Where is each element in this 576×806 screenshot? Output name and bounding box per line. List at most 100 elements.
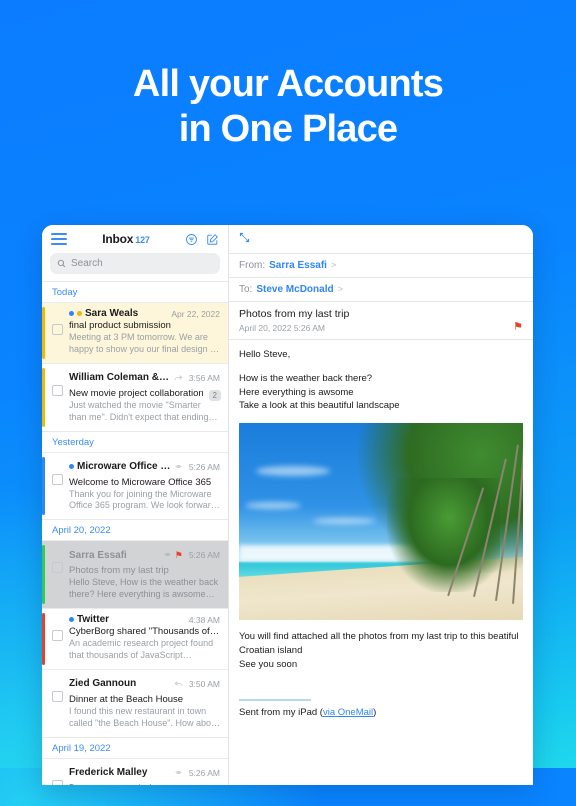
hero-line-2: in One Place: [178, 107, 398, 150]
unread-dot: [69, 617, 74, 622]
mail-preview: Thank you for joining the Microware Offi…: [69, 488, 216, 511]
inbox-count: 127: [135, 235, 150, 245]
mail-subject: final product submission: [69, 320, 171, 331]
mail-sender: Microware Office 365 Tec...: [77, 461, 171, 472]
unread-dot: [69, 464, 74, 469]
category-accent-bar: [42, 613, 45, 665]
detail-toolbar: [229, 225, 533, 253]
tropical-beach-photo: [239, 423, 523, 621]
mail-sender: Frederick Malley: [69, 767, 148, 778]
expand-arrows-icon[interactable]: [239, 230, 250, 248]
search-input[interactable]: Search: [50, 253, 220, 274]
mail-list-item[interactable]: Zied Gannoun 3:50 AM Dinner at the Beach H…: [42, 668, 228, 737]
select-checkbox[interactable]: [52, 324, 63, 335]
mail-list-item[interactable]: William Coleman & Allegra As... 3:56 AM Ne…: [42, 362, 228, 431]
mail-item-header: Frederick Malley 5:26 AM: [69, 764, 220, 782]
mail-list-item[interactable]: Frederick Malley5:26 AMDocuments neededY…: [42, 757, 228, 786]
category-accent-bar: [42, 545, 45, 604]
mail-list-item[interactable]: Sarra Essafi ⚑ 5:26 AM Photos from my last …: [42, 540, 228, 608]
mail-list-item[interactable]: Microware Office 365 Tec... 5:26 AM Welcom…: [42, 451, 228, 520]
body-line: See you soon: [239, 658, 298, 670]
mail-preview: Just watched the movie "Smarter than me"…: [69, 399, 212, 422]
body-line: How is the weather back there?: [239, 372, 373, 384]
tablet-device-mockup: Inbox 127 Search Today Sara Weals Apr 22…: [42, 225, 533, 785]
signature-prefix: Sent from my iPad (: [239, 707, 323, 719]
select-checkbox[interactable]: [52, 473, 63, 485]
attachment-icon: [174, 764, 183, 782]
search-placeholder: Search: [71, 258, 103, 269]
to-value[interactable]: Steve McDonald: [256, 284, 333, 295]
mail-list-header: Inbox 127: [42, 225, 228, 253]
mail-subject: Photos from my last trip: [69, 565, 169, 577]
mail-time: 3:56 AM: [188, 372, 220, 383]
mail-subject: Welcome to Microware Office 365: [69, 476, 212, 488]
mail-time: 3:50 AM: [188, 678, 220, 689]
search-icon: [57, 255, 66, 273]
date-separator: April 19, 2022: [42, 736, 228, 758]
mail-sender: Twitter: [77, 614, 110, 625]
category-accent-bar: [42, 456, 45, 516]
mail-sender: Zied Gannoun: [69, 678, 137, 690]
detail-date-row: April 20, 2022 5:26 AM ⚑: [229, 322, 533, 339]
mail-list-panel: Inbox 127 Search Today Sara Weals Apr 22…: [42, 225, 229, 785]
hero-line-1: All your Accounts: [132, 63, 444, 105]
select-checkbox[interactable]: [52, 630, 63, 641]
attachment-icon: [174, 458, 183, 476]
mail-list-toolbar: [185, 233, 219, 246]
mail-list-scroll[interactable]: Today Sara Weals Apr 22, 2022 final product…: [42, 281, 228, 785]
date-separator: Yesterday: [42, 430, 228, 452]
mail-preview: An academic research project found that …: [69, 638, 214, 660]
flag-icon[interactable]: ⚑: [513, 322, 523, 333]
category-accent-bar: [42, 307, 45, 359]
attachment-icon: [163, 546, 172, 564]
thread-count-badge: 2: [208, 389, 221, 402]
to-label: To:: [239, 284, 253, 295]
select-checkbox[interactable]: [52, 690, 63, 702]
signature-link[interactable]: via OneMail: [323, 707, 373, 718]
unread-dot: [69, 311, 74, 316]
mail-item-header: William Coleman & Allegra As... 3:56 AM: [69, 369, 220, 387]
mail-time: Apr 22, 2022: [171, 308, 220, 319]
to-row: To: Steve McDonald >: [229, 277, 533, 301]
mail-item-header: Twitter 4:38 AM: [69, 614, 220, 625]
search-container: Search: [42, 253, 228, 281]
select-checkbox[interactable]: [52, 779, 63, 785]
mail-sender: Sara Weals: [85, 308, 139, 319]
select-checkbox[interactable]: [52, 562, 63, 574]
hamburger-icon[interactable]: [51, 233, 67, 245]
mail-item-header: Microware Office 365 Tec... 5:26 AM: [69, 458, 220, 476]
hero-headline: All your Accounts in One Place: [0, 62, 576, 152]
signature: Sent from my iPad (via OneMail): [239, 707, 523, 718]
signature-divider: [239, 699, 311, 702]
mail-preview: I found this new restaurant in town call…: [69, 705, 219, 728]
mail-subject: Documents needed: [69, 783, 220, 786]
body-after-photo: You will find attached all the photos fr…: [239, 630, 523, 671]
detail-body: Hello Steve, How is the weather back the…: [229, 339, 533, 785]
mail-preview: Hello Steve, How is the weather back the…: [69, 577, 219, 600]
mail-list-item[interactable]: Sara Weals Apr 22, 2022 final product subm…: [42, 302, 228, 363]
from-label: From:: [239, 260, 266, 271]
flag-icon[interactable]: ⚑: [175, 550, 183, 560]
mail-subject: CyberBorg shared "Thousands of npm acco.…: [69, 626, 220, 637]
mail-sender: William Coleman & Allegra As...: [69, 372, 171, 384]
detail-date: April 20, 2022 5:26 AM: [239, 322, 326, 333]
mail-item-header: Sara Weals Apr 22, 2022: [69, 308, 220, 319]
mail-subject: Dinner at the Beach House: [69, 693, 184, 705]
to-caret-icon: >: [337, 284, 343, 294]
mail-list-item[interactable]: Twitter 4:38 AM CyberBorg shared "Thousand…: [42, 608, 228, 669]
priority-dot: [77, 311, 82, 316]
reply-arrow-icon: [174, 675, 183, 693]
page-title: Inbox 127: [73, 232, 179, 246]
filter-icon[interactable]: [185, 233, 198, 246]
mail-time: 5:26 AM: [188, 550, 220, 561]
from-value[interactable]: Sarra Essafi: [269, 260, 327, 271]
detail-subject: Photos from my last trip: [229, 301, 533, 322]
signature-suffix: ): [373, 707, 377, 719]
body-line: Here everything is awsome: [239, 386, 354, 398]
mail-time: 5:26 AM: [188, 767, 220, 778]
select-checkbox[interactable]: [52, 384, 63, 396]
compose-icon[interactable]: [206, 233, 219, 246]
mail-preview: Meeting at 3 PM tomorrow. We are happy t…: [69, 332, 218, 354]
mail-time: 5:26 AM: [188, 461, 220, 472]
mail-item-header: Sarra Essafi ⚑ 5:26 AM: [69, 546, 220, 564]
